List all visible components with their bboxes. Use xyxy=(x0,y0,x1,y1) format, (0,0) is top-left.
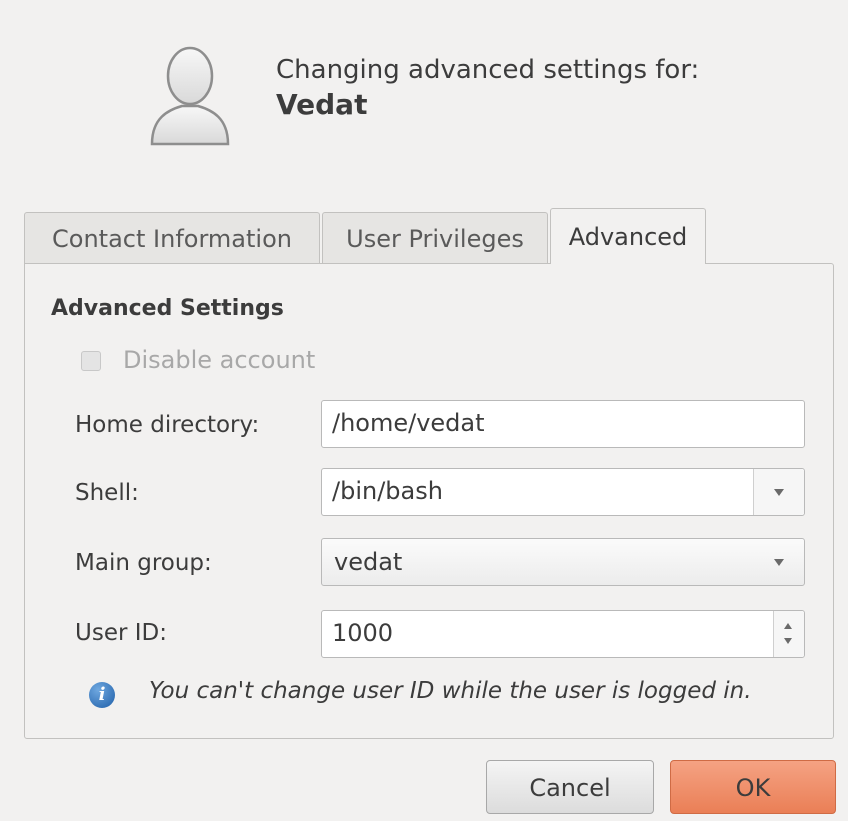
dialog-header: Changing advanced settings for: Vedat xyxy=(0,0,848,200)
user-id-input[interactable] xyxy=(332,619,732,647)
disable-account-label: Disable account xyxy=(123,346,316,374)
shell-label: Shell: xyxy=(75,480,139,506)
user-id-spin-buttons[interactable] xyxy=(773,611,804,657)
user-id-info-message: You can't change user ID while the user … xyxy=(149,678,752,704)
cancel-button[interactable]: Cancel xyxy=(486,760,654,814)
tab-contact-information[interactable]: Contact Information xyxy=(24,212,320,264)
section-title: Advanced Settings xyxy=(51,296,284,321)
header-subtitle: Changing advanced settings for: xyxy=(276,55,700,85)
spin-up-icon[interactable] xyxy=(784,623,792,629)
disable-account-checkbox[interactable] xyxy=(81,351,101,371)
spin-down-icon[interactable] xyxy=(784,638,792,644)
home-directory-input[interactable] xyxy=(332,409,732,437)
chevron-down-icon xyxy=(774,489,784,496)
tab-advanced[interactable]: Advanced xyxy=(550,208,706,264)
main-group-label: Main group: xyxy=(75,550,212,576)
info-icon: i xyxy=(89,682,115,708)
home-directory-label: Home directory: xyxy=(75,412,260,438)
advanced-panel: Advanced Settings Disable account Home d… xyxy=(24,263,834,739)
shell-input[interactable] xyxy=(332,477,732,505)
header-user-name: Vedat xyxy=(276,88,368,121)
user-avatar-icon xyxy=(150,46,230,146)
chevron-down-icon xyxy=(774,559,784,566)
home-directory-field[interactable] xyxy=(321,400,805,448)
shell-combo[interactable] xyxy=(321,468,805,516)
tab-user-privileges[interactable]: User Privileges xyxy=(322,212,548,264)
main-group-value: vedat xyxy=(334,548,403,576)
user-id-spinbox[interactable] xyxy=(321,610,805,658)
ok-button[interactable]: OK xyxy=(670,760,836,814)
user-id-label: User ID: xyxy=(75,620,167,646)
shell-dropdown-button[interactable] xyxy=(753,469,804,515)
main-group-select[interactable]: vedat xyxy=(321,538,805,586)
